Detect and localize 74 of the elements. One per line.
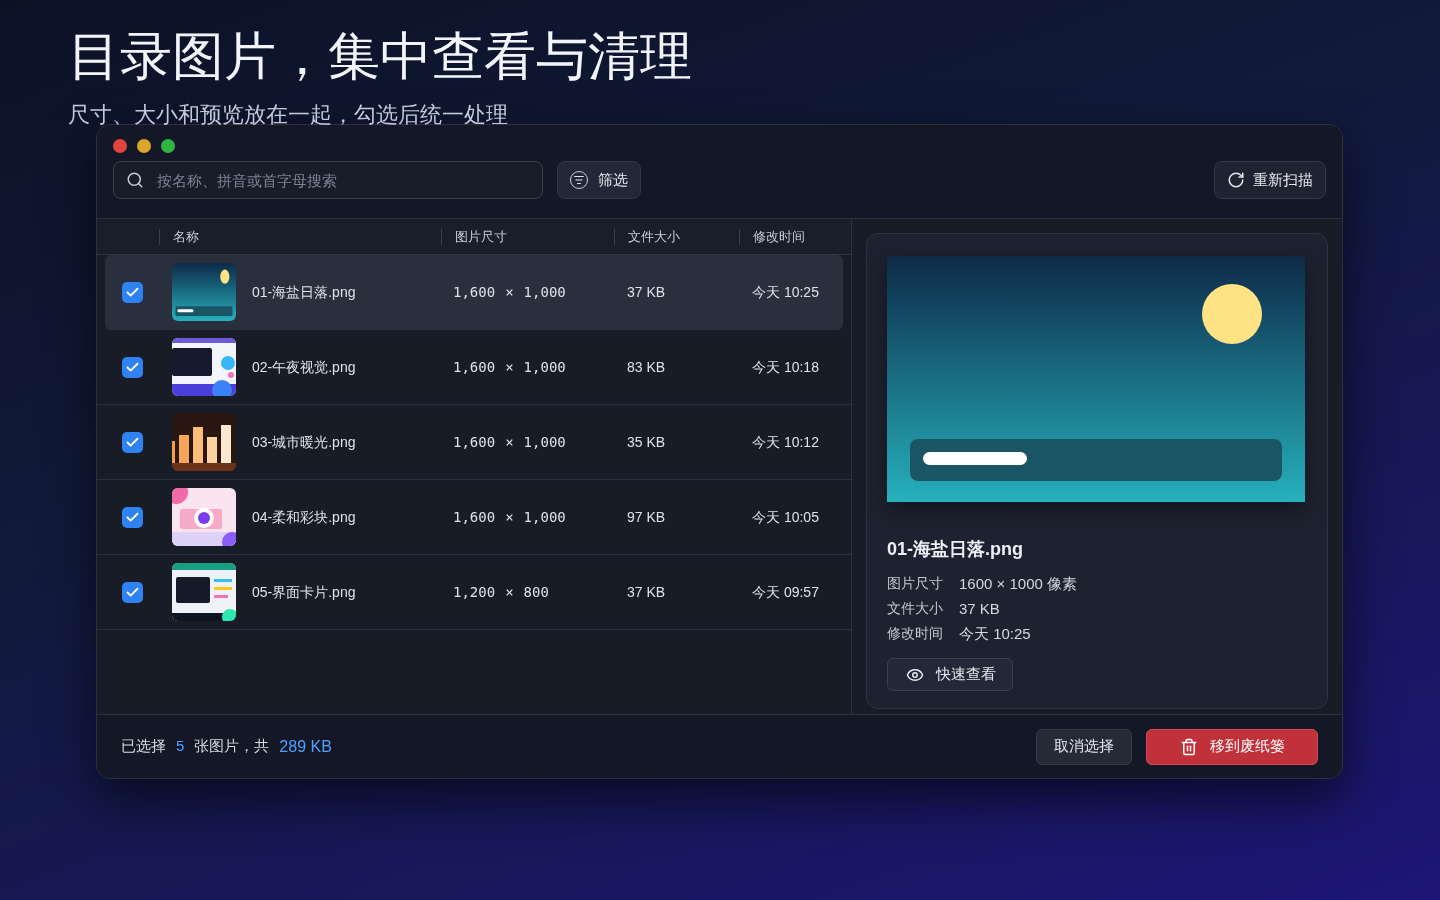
selected-count: 5 (176, 736, 185, 757)
preview-title: 01-海盐日落.png (887, 538, 1023, 561)
modified-time: 今天 10:12 (751, 432, 819, 452)
file-row[interactable]: 01-海盐日落.png 1,600 × 1,000 37 KB 今天 10:25 (105, 255, 843, 330)
row-checkbox[interactable] (122, 506, 143, 528)
column-header[interactable]: 修改时间 (739, 228, 851, 245)
column-header[interactable]: 文件大小 (614, 228, 739, 245)
thumbnail-drawing (172, 263, 236, 321)
search-field[interactable]: 按名称、拼音或首字母搜索 (113, 161, 543, 199)
search-icon (126, 171, 144, 189)
image-width: 1,600 (453, 432, 496, 452)
image-height: 1,000 (523, 357, 566, 377)
image-height: 1,000 (523, 282, 566, 302)
thumbnail-drawing (172, 338, 236, 396)
zoom-window-icon[interactable] (161, 139, 175, 153)
column-header[interactable]: 名称 (159, 228, 441, 245)
file-name: 01-海盐日落.png (252, 282, 356, 302)
times-sign: × (505, 507, 514, 527)
file-row[interactable]: 04-柔和彩块.png 1,600 × 1,000 97 KB 今天 10:05 (97, 480, 851, 555)
image-width: 1,600 (453, 282, 496, 302)
file-size: 97 KB (626, 507, 666, 527)
image-width: 1,200 (453, 582, 496, 602)
file-name: 02-午夜视觉.png (252, 357, 356, 377)
file-size: 37 KB (626, 282, 666, 302)
detail-label: 修改时间 (887, 624, 944, 643)
rescan-button[interactable]: 重新扫描 (1214, 161, 1326, 199)
detail-value: 37 KB (959, 599, 1000, 619)
image-width: 1,600 (453, 507, 496, 527)
file-size: 35 KB (626, 432, 666, 452)
move-to-trash-button[interactable]: 移到废纸篓 (1146, 728, 1318, 765)
modified-time: 今天 10:25 (751, 282, 819, 302)
selection-label: 已选择 (121, 736, 166, 757)
file-row[interactable]: 02-午夜视觉.png 1,600 × 1,000 83 KB 今天 10:18 (97, 330, 851, 405)
cancel-selection-button[interactable]: 取消选择 (1036, 728, 1132, 765)
filter-button[interactable]: 筛选 (557, 161, 641, 199)
row-checkbox[interactable] (122, 281, 143, 303)
file-row[interactable]: 03-城市暖光.png 1,600 × 1,000 35 KB 今天 10:12 (97, 405, 851, 480)
thumbnail-drawing (172, 488, 236, 546)
thumbnail-drawing (172, 413, 236, 471)
modified-time: 今天 10:18 (751, 357, 819, 377)
minimize-window-icon[interactable] (137, 139, 151, 153)
refresh-icon (1227, 171, 1245, 189)
thumbnail-drawing (172, 563, 236, 621)
detail-label: 文件大小 (887, 599, 944, 618)
file-size: 83 KB (626, 357, 666, 377)
detail-value: 1600 × 1000 像素 (959, 574, 1077, 594)
row-checkbox[interactable] (122, 431, 143, 453)
row-checkbox[interactable] (122, 356, 143, 378)
times-sign: × (505, 582, 514, 602)
image-height: 800 (523, 582, 549, 602)
times-sign: × (505, 357, 514, 377)
file-name: 03-城市暖光.png (252, 432, 356, 452)
modified-time: 今天 09:57 (751, 582, 819, 602)
image-height: 1,000 (523, 432, 566, 452)
selected-total-size: 289 KB (279, 736, 332, 757)
subheadline: 尺寸、大小和预览放在一起，勾选后统一处理 (68, 102, 508, 128)
file-name: 04-柔和彩块.png (252, 507, 356, 527)
detail-value: 今天 10:25 (959, 624, 1031, 644)
image-height: 1,000 (523, 507, 566, 527)
close-window-icon[interactable] (113, 139, 127, 153)
trash-icon (1179, 737, 1198, 756)
times-sign: × (505, 432, 514, 452)
file-name: 05-界面卡片.png (252, 582, 356, 602)
row-checkbox[interactable] (122, 581, 143, 603)
image-width: 1,600 (453, 357, 496, 377)
file-size: 37 KB (626, 582, 666, 602)
column-header[interactable]: 图片尺寸 (441, 228, 614, 245)
selection-label: 张图片，共 (194, 736, 270, 757)
modified-time: 今天 10:05 (751, 507, 819, 527)
file-row[interactable]: 05-界面卡片.png 1,200 × 800 37 KB 今天 09:57 (97, 555, 851, 630)
detail-label: 图片尺寸 (887, 574, 944, 593)
quick-look-button[interactable]: 快速查看 (887, 658, 1013, 691)
headline: 目录图片，集中查看与清理 (68, 28, 692, 84)
times-sign: × (505, 282, 514, 302)
